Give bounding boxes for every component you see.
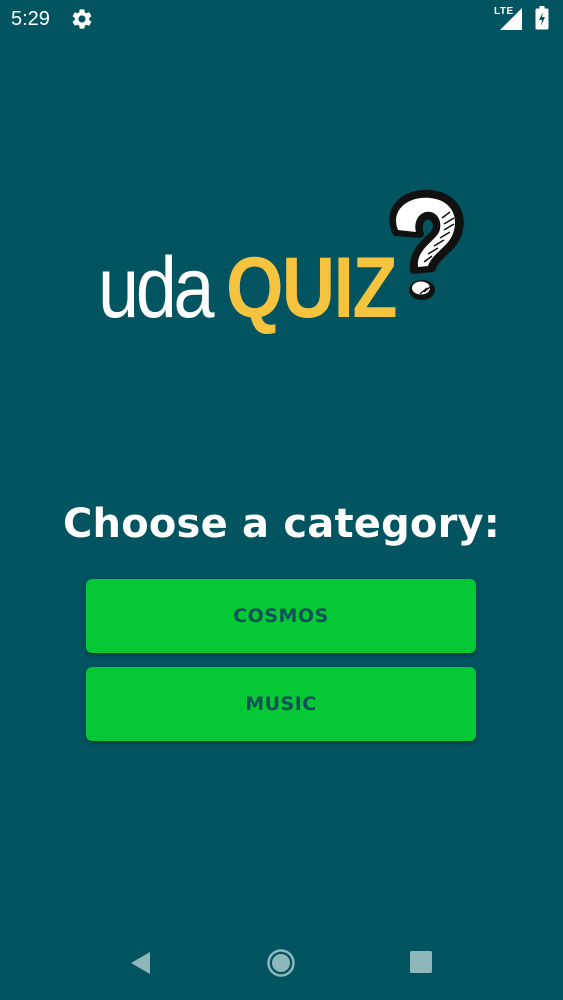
status-bar: 5:29 LTE: [0, 0, 563, 40]
signal-icon: [500, 8, 522, 30]
category-music-button[interactable]: MUSIC: [86, 667, 476, 741]
recents-icon[interactable]: [409, 950, 433, 974]
question-mark-icon: [389, 189, 464, 300]
page-title: Choose a category:: [62, 501, 501, 547]
battery-charging-icon: [535, 6, 549, 30]
logo-prefix: uda: [98, 240, 215, 336]
logo-highlight: QUIZ: [226, 240, 398, 336]
back-icon[interactable]: [128, 950, 154, 976]
home-icon[interactable]: [266, 948, 296, 978]
gear-icon: [72, 9, 92, 29]
status-time: 5:29: [11, 8, 50, 30]
navigation-bar: [0, 930, 563, 1000]
category-cosmos-button[interactable]: COSMOS: [86, 579, 476, 653]
